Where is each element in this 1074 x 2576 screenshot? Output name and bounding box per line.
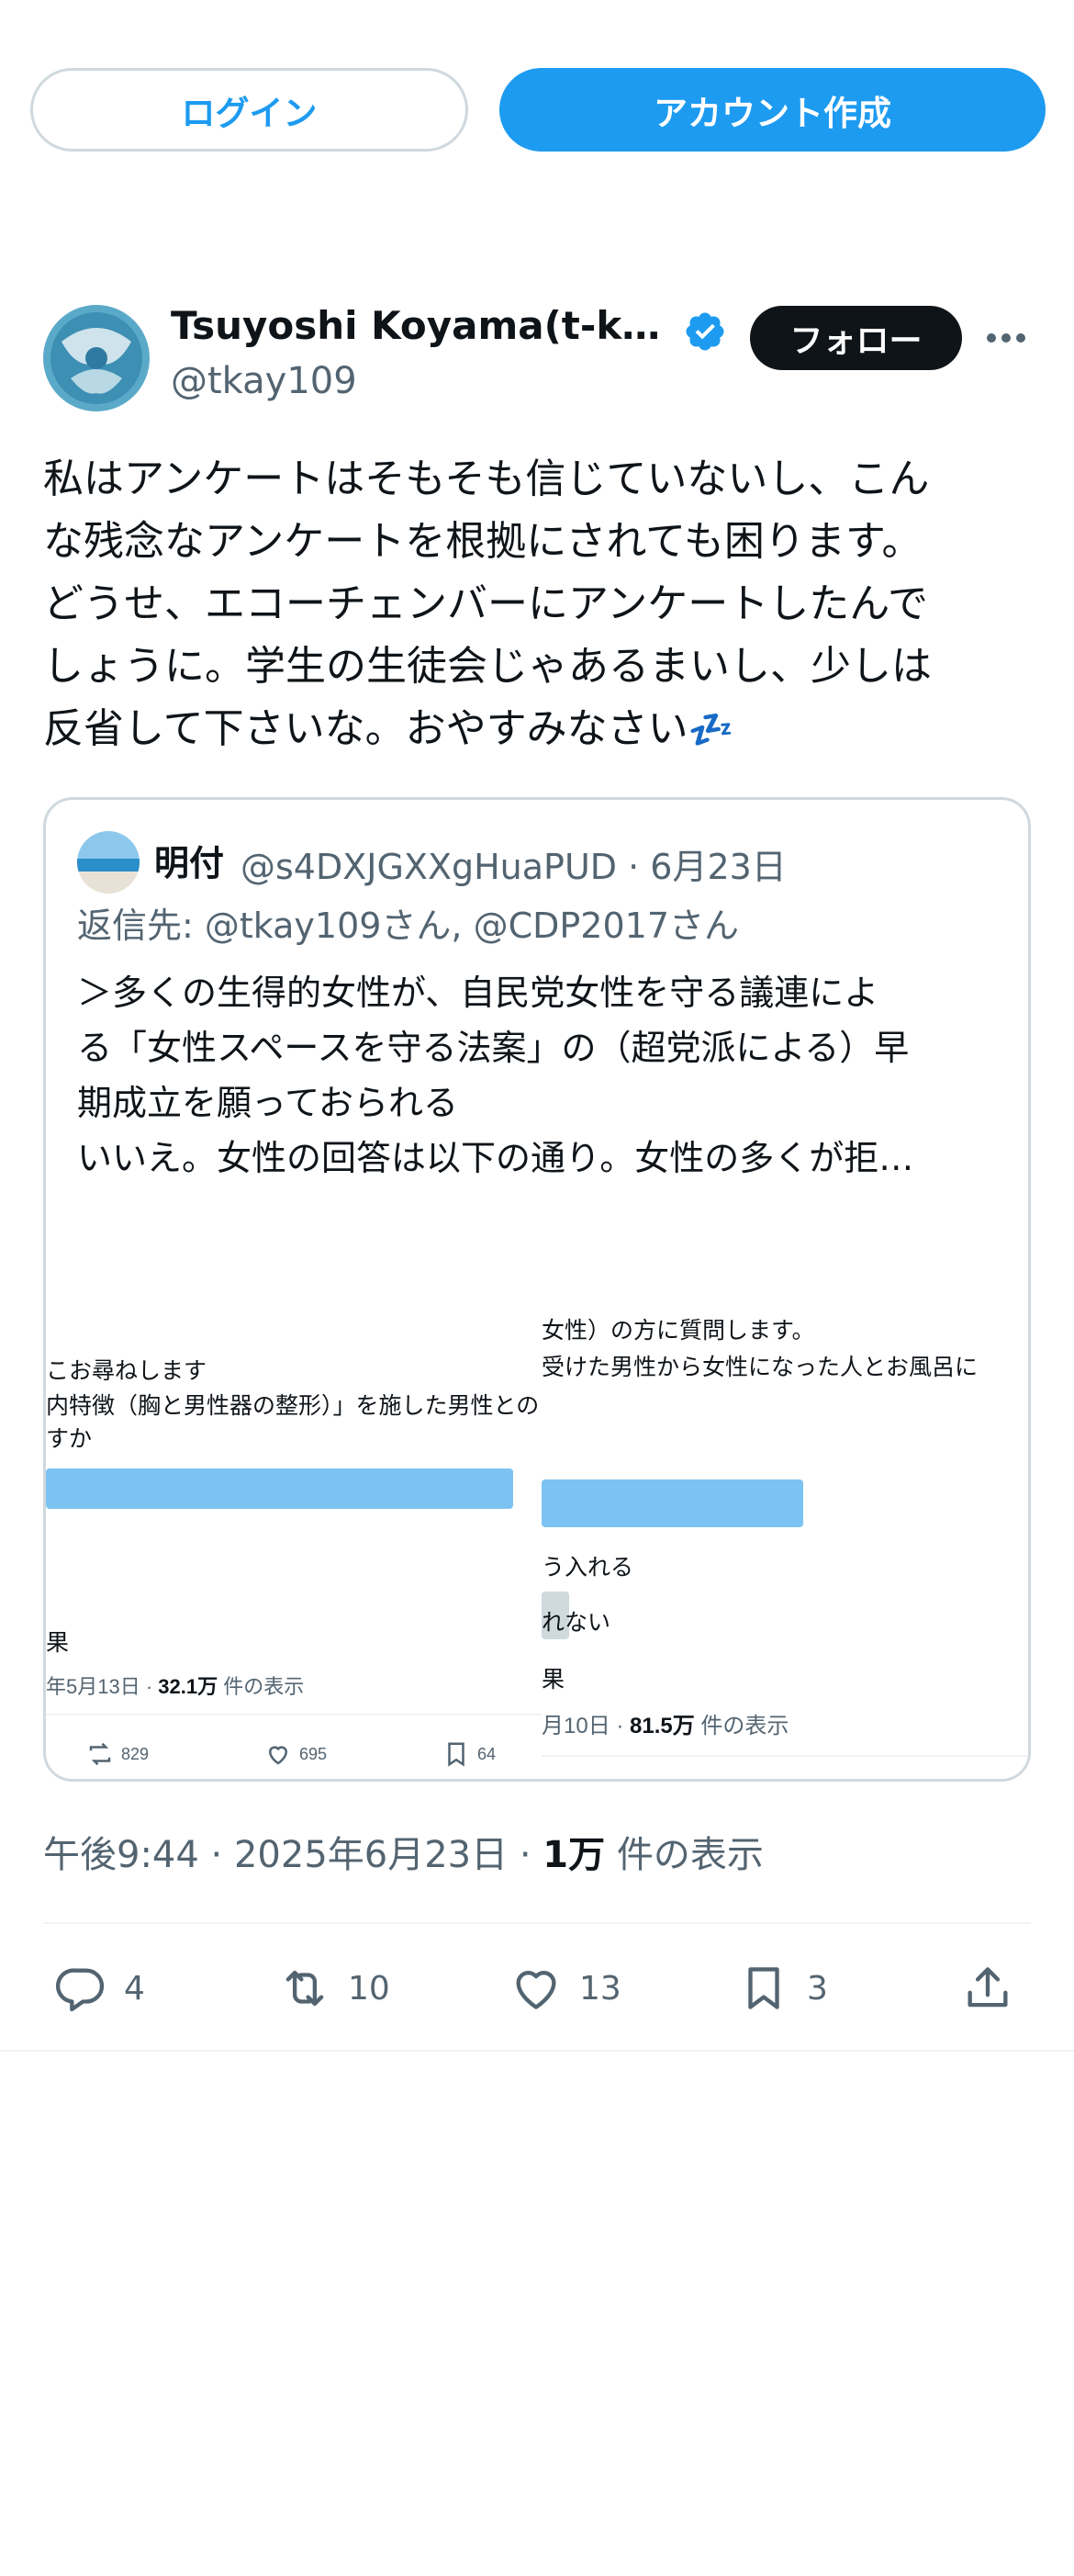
quoted-text-line: いいえ。女性の回答は以下の通り。女性の多くが拒… — [77, 1138, 914, 1178]
retweet-icon — [285, 1970, 324, 2007]
tweet-text: 私はアンケートはそもそも信じていないし、こん な残念なアンケートを根拠にされても… — [43, 448, 1035, 761]
img-left-bookmark: 64 — [442, 1740, 496, 1768]
zzz-emoji: 💤 — [688, 709, 734, 751]
img-right-text-1: 女性）の方に質問します。 — [542, 1318, 815, 1344]
quoted-reply-to: 返信先: @tkay109さん, @CDP2017さん — [77, 906, 739, 946]
quoted-image-right[interactable]: 女性）の方に質問します。 受けた男性から女性になった人とお風呂に う入れる れな… — [542, 1259, 1028, 1779]
img-left-like: 695 — [264, 1740, 327, 1768]
quoted-handle-date[interactable]: @s4DXJGXXgHuaPUD · 6月23日 — [241, 838, 787, 889]
divider — [0, 2050, 1074, 2052]
img-right-result: 果 — [542, 1667, 565, 1693]
img-left-divider — [46, 1714, 542, 1715]
img-right-divider — [542, 1755, 1028, 1757]
tweet-text-line: 私はアンケートはそもそも信じていないし、こん — [43, 456, 930, 502]
quoted-author-avatar[interactable] — [77, 831, 140, 894]
img-left-text-3: すか — [46, 1426, 93, 1452]
reply-button[interactable]: 4 — [54, 1956, 145, 2020]
heart-icon — [516, 1971, 556, 2009]
share-button[interactable] — [961, 1956, 1014, 2020]
img-left-result: 果 — [46, 1630, 70, 1656]
author-name[interactable]: Tsuyoshi Koyama(t-k… — [171, 303, 666, 348]
author-avatar[interactable] — [43, 305, 150, 411]
img-right-option-2: れない — [542, 1610, 611, 1636]
divider — [43, 1922, 1031, 1924]
img-left-meta-views: 32.1万 — [158, 1675, 218, 1698]
share-icon — [968, 1967, 1008, 2008]
img-left-meta: 年5月13日 · 32.1万 件の表示 — [46, 1670, 304, 1700]
retweet-icon — [89, 1742, 111, 1766]
create-account-button[interactable]: アカウント作成 — [499, 68, 1046, 152]
tweet-text-line: どうせ、エコーチェンバーにアンケートしたんで — [43, 580, 929, 627]
img-left-like-count: 695 — [299, 1744, 328, 1763]
quoted-tweet[interactable]: 明付 @s4DXJGXXgHuaPUD · 6月23日 返信先: @tkay10… — [43, 797, 1031, 1782]
tweet-text-line: 反省して下さいな。おやすみなさい💤 — [43, 698, 1035, 761]
img-left-meta-date: 年5月13日 · — [46, 1675, 159, 1698]
retweet-button[interactable]: 10 — [278, 1956, 390, 2020]
poll-result-bar — [46, 1468, 513, 1509]
verified-badge-icon — [683, 309, 727, 354]
img-right-option-1: う入れる — [542, 1555, 634, 1580]
tweet-text-last: 反省して下さいな。おやすみなさい — [43, 705, 688, 752]
bookmark-button[interactable]: 3 — [737, 1956, 828, 2020]
reply-icon — [56, 1968, 105, 2012]
img-right-meta-date: 月10日 · — [542, 1714, 631, 1738]
follow-button[interactable]: フォロー — [750, 306, 962, 370]
tweet-actions: 4 10 13 3 — [43, 1956, 1031, 2020]
img-left-meta-label: 件の表示 — [218, 1675, 305, 1698]
img-right-meta-label: 件の表示 — [694, 1714, 789, 1738]
reply-count: 4 — [124, 1969, 145, 2008]
quoted-author-name[interactable]: 明付 — [154, 835, 224, 885]
img-right-meta: 月10日 · 81.5万 件の表示 — [542, 1707, 789, 1739]
quoted-image-left[interactable]: こお尋ねします 内特徴（胸と男性器の整形）」を施した男性との すか 果 年5月1… — [46, 1259, 542, 1779]
quoted-text-line: ＞多くの生得的女性が、自民党女性を守る議連によ — [77, 973, 879, 1013]
tweet-views-count: 1万 — [543, 1834, 606, 1876]
tweet-time[interactable]: 午後9:44 — [43, 1834, 199, 1876]
retweet-count: 10 — [348, 1969, 390, 2008]
author-handle[interactable]: @tkay109 — [171, 360, 357, 402]
heart-icon — [268, 1746, 288, 1765]
like-count: 13 — [579, 1969, 621, 2008]
login-button[interactable]: ログイン — [30, 68, 468, 152]
tweet-text-line: しょうに。学生の生徒会じゃあるまいし、少しは — [43, 643, 932, 690]
tweet-date[interactable]: 2025年6月23日 — [234, 1834, 508, 1876]
img-left-text-1: こお尋ねします — [46, 1358, 207, 1384]
bookmark-count: 3 — [807, 1969, 828, 2008]
quoted-text-line: る「女性スペースを守る法案」の（超党派による）早 — [77, 1028, 910, 1068]
quoted-text-line: 期成立を願っておられる — [77, 1083, 458, 1123]
img-left-retweet: 829 — [86, 1740, 149, 1768]
poll-result-bar — [542, 1479, 803, 1527]
more-options-icon[interactable] — [984, 321, 1028, 354]
tweet-timestamp: 午後9:44 · 2025年6月23日 · 1万 件の表示 — [43, 1834, 764, 1876]
img-left-text-2: 内特徴（胸と男性器の整形）」を施した男性との — [46, 1393, 540, 1419]
bookmark-icon — [448, 1742, 464, 1767]
like-button[interactable]: 13 — [509, 1956, 621, 2020]
tweet-text-line: な残念なアンケートを根拠にされても困ります。 — [43, 518, 923, 565]
img-right-text-2: 受けた男性から女性になった人とお風呂に — [542, 1355, 979, 1380]
bookmark-icon — [748, 1967, 779, 2009]
img-left-retweet-count: 829 — [121, 1744, 150, 1763]
img-right-meta-views: 81.5万 — [630, 1714, 695, 1738]
img-left-bookmark-count: 64 — [477, 1744, 497, 1763]
tweet-views-label: 件の表示 — [616, 1834, 764, 1876]
quoted-text: ＞多くの生得的女性が、自民党女性を守る議連によ る「女性スペースを守る法案」の（… — [77, 965, 1004, 1186]
